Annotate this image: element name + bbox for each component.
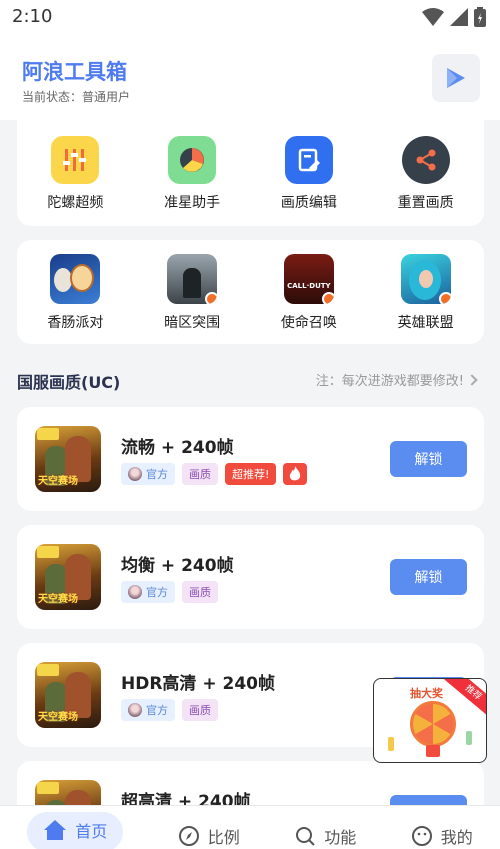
fire-icon	[283, 463, 308, 485]
game-label: 暗区突围	[164, 315, 221, 331]
nav-label: 首页	[75, 822, 108, 841]
game-sausage-party[interactable]: 香肠派对	[17, 240, 134, 344]
nav-home[interactable]: 首页	[27, 812, 124, 849]
share-icon	[401, 136, 450, 184]
user-status: 当前状态：普通用户	[22, 90, 131, 104]
arena-breakout-icon	[167, 254, 218, 304]
preset-card: 天空赛场 均衡 + 240帧 官方 画质 解锁	[17, 525, 484, 629]
game-label: 使命召唤	[280, 315, 337, 331]
tag-official: 官方	[121, 699, 175, 721]
games-card: 香肠派对 暗区突围 CALL·DUTY 使命召唤 英雄联盟	[17, 240, 484, 344]
status-time: 2:10	[12, 6, 53, 27]
tool-reset-quality[interactable]: 重置画质	[367, 120, 484, 226]
chevron-right-icon	[466, 373, 478, 386]
tool-label: 准星助手	[164, 195, 221, 211]
unlock-button[interactable]: 解锁	[390, 559, 467, 595]
tool-quality-editor[interactable]: 画质编辑	[251, 120, 368, 226]
call-of-duty-icon: CALL·DUTY	[283, 254, 334, 304]
section-note[interactable]: 注：每次进游戏都要修改!	[315, 370, 478, 389]
avatar-icon	[128, 703, 142, 717]
preset-tags: 官方 画质 超推荐!	[121, 463, 308, 485]
edit-document-icon	[284, 136, 333, 184]
play-icon	[447, 68, 465, 88]
prize-wheel-icon	[410, 701, 456, 747]
app-title: 阿浪工具箱	[22, 60, 127, 84]
nav-label: 比例	[207, 828, 240, 847]
avatar-icon	[128, 585, 142, 599]
game-arena-breakout[interactable]: 暗区突围	[134, 240, 251, 344]
preset-card: 天空赛场 流畅 + 240帧 官方 画质 超推荐! 解锁	[17, 407, 484, 511]
section-note-text: 注：每次进游戏都要修改!	[315, 374, 464, 389]
game-label: 英雄联盟	[397, 315, 454, 331]
nav-features[interactable]: 功能	[294, 824, 356, 848]
unlock-button[interactable]: 解锁	[390, 441, 467, 477]
nav-ratio[interactable]: 比例	[178, 824, 240, 848]
play-button[interactable]	[432, 54, 480, 102]
tag-quality: 画质	[182, 463, 218, 485]
league-of-legends-icon	[400, 254, 451, 304]
nav-mine[interactable]: 我的	[411, 824, 473, 848]
signal-icon	[450, 8, 468, 26]
preset-name: 均衡 + 240帧	[121, 556, 234, 576]
game-league-of-legends[interactable]: 英雄联盟	[367, 240, 484, 344]
tag-official: 官方	[121, 581, 175, 603]
tag-quality: 画质	[182, 581, 218, 603]
ad-title: 抽大奖	[410, 687, 443, 700]
tag-recommended: 超推荐!	[225, 463, 277, 485]
wifi-icon	[422, 8, 444, 26]
pie-chart-icon	[168, 136, 217, 184]
home-icon	[44, 820, 67, 840]
game-thumbnail: 天空赛场	[35, 426, 101, 492]
preset-tags: 官方 画质	[121, 581, 218, 603]
tool-label: 重置画质	[397, 195, 454, 211]
tool-crosshair-assistant[interactable]: 准星助手	[134, 120, 251, 226]
status-icons	[422, 7, 486, 27]
app-header: 阿浪工具箱 当前状态：普通用户	[0, 34, 500, 120]
tag-quality: 画质	[182, 699, 218, 721]
section-title: 国服画质(UC)	[17, 373, 121, 392]
lucky-draw-ad[interactable]: 抽大奖 推荐	[373, 678, 487, 763]
preset-tags: 官方 画质	[121, 699, 218, 721]
search-icon	[296, 827, 315, 846]
status-bar: 2:10	[0, 0, 500, 34]
nav-label: 功能	[324, 828, 357, 847]
avatar-icon	[128, 467, 142, 481]
tools-card: 陀螺超频 准星助手 画质编辑 重置画质	[17, 120, 484, 226]
tool-label: 画质编辑	[280, 195, 337, 211]
sliders-icon	[51, 136, 100, 184]
game-label: 香肠派对	[47, 315, 104, 331]
game-thumbnail: 天空赛场	[35, 544, 101, 610]
tag-official: 官方	[121, 463, 175, 485]
nav-label: 我的	[440, 828, 473, 847]
tool-label: 陀螺超频	[47, 195, 104, 211]
battery-icon	[474, 7, 486, 27]
bottom-nav: 首页 比例 功能 我的	[0, 805, 500, 849]
game-thumbnail: 天空赛场	[35, 662, 101, 728]
tool-gyro-overclock[interactable]: 陀螺超频	[17, 120, 134, 226]
smiley-icon	[411, 826, 432, 846]
game-call-of-duty[interactable]: CALL·DUTY 使命召唤	[251, 240, 368, 344]
preset-name: HDR高清 + 240帧	[121, 674, 275, 694]
compass-icon	[178, 826, 199, 846]
cod-art-text: CALL·DUTY	[287, 282, 331, 290]
preset-name: 流畅 + 240帧	[121, 438, 234, 458]
sausage-party-icon	[50, 254, 101, 304]
